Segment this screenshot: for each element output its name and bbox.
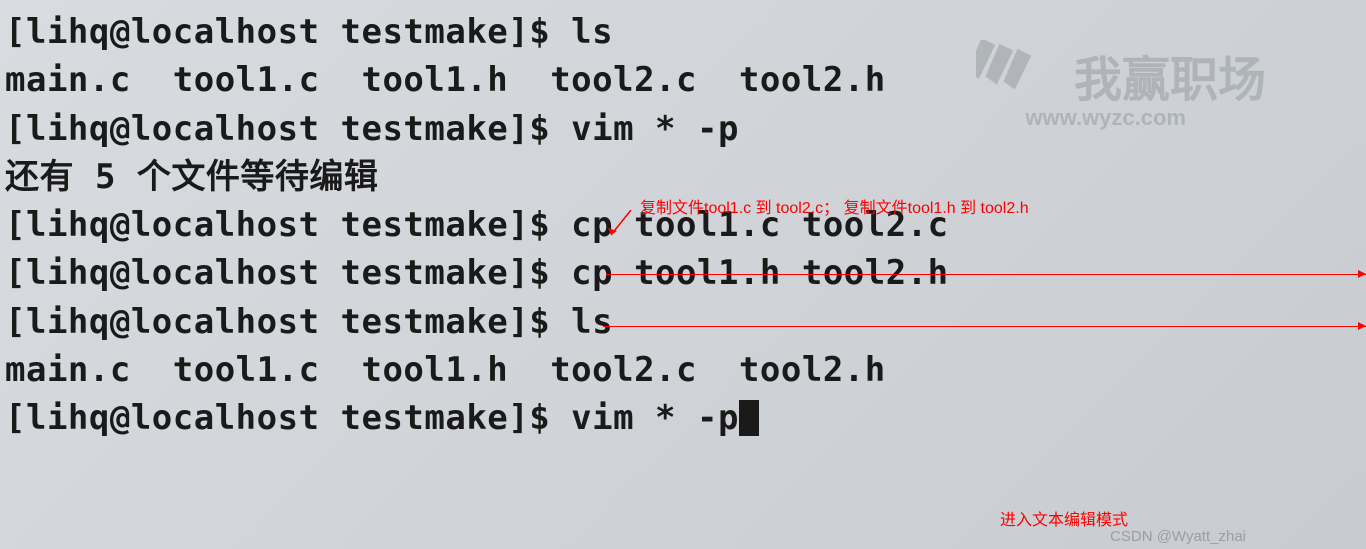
arrow-right-icon bbox=[1358, 322, 1366, 330]
watermark-text: 我赢职场 bbox=[1074, 40, 1266, 110]
watermark-url: www.wyzc.com bbox=[1025, 105, 1186, 131]
annotation-copy: 复制文件tool1.c 到 tool2.c； 复制文件tool1.h 到 too… bbox=[640, 194, 1029, 218]
annotation-vim: 进入文本编辑模式 bbox=[1000, 506, 1128, 530]
arrow-right-icon bbox=[1358, 270, 1366, 278]
watermark-logo-icon bbox=[976, 40, 1046, 100]
underline-annotation bbox=[606, 274, 1366, 275]
arrow-icon bbox=[606, 210, 636, 240]
terminal-line-active[interactable]: [lihq@localhost testmake]$ vim * -p bbox=[5, 394, 1366, 442]
csdn-watermark: CSDN @Wyatt_zhai bbox=[1110, 528, 1246, 545]
cursor-icon bbox=[739, 400, 759, 436]
terminal-line: [lihq@localhost testmake]$ ls bbox=[5, 298, 1366, 346]
underline-annotation bbox=[603, 326, 1366, 327]
terminal-output: main.c tool1.c tool1.h tool2.c tool2.h bbox=[5, 346, 1366, 394]
